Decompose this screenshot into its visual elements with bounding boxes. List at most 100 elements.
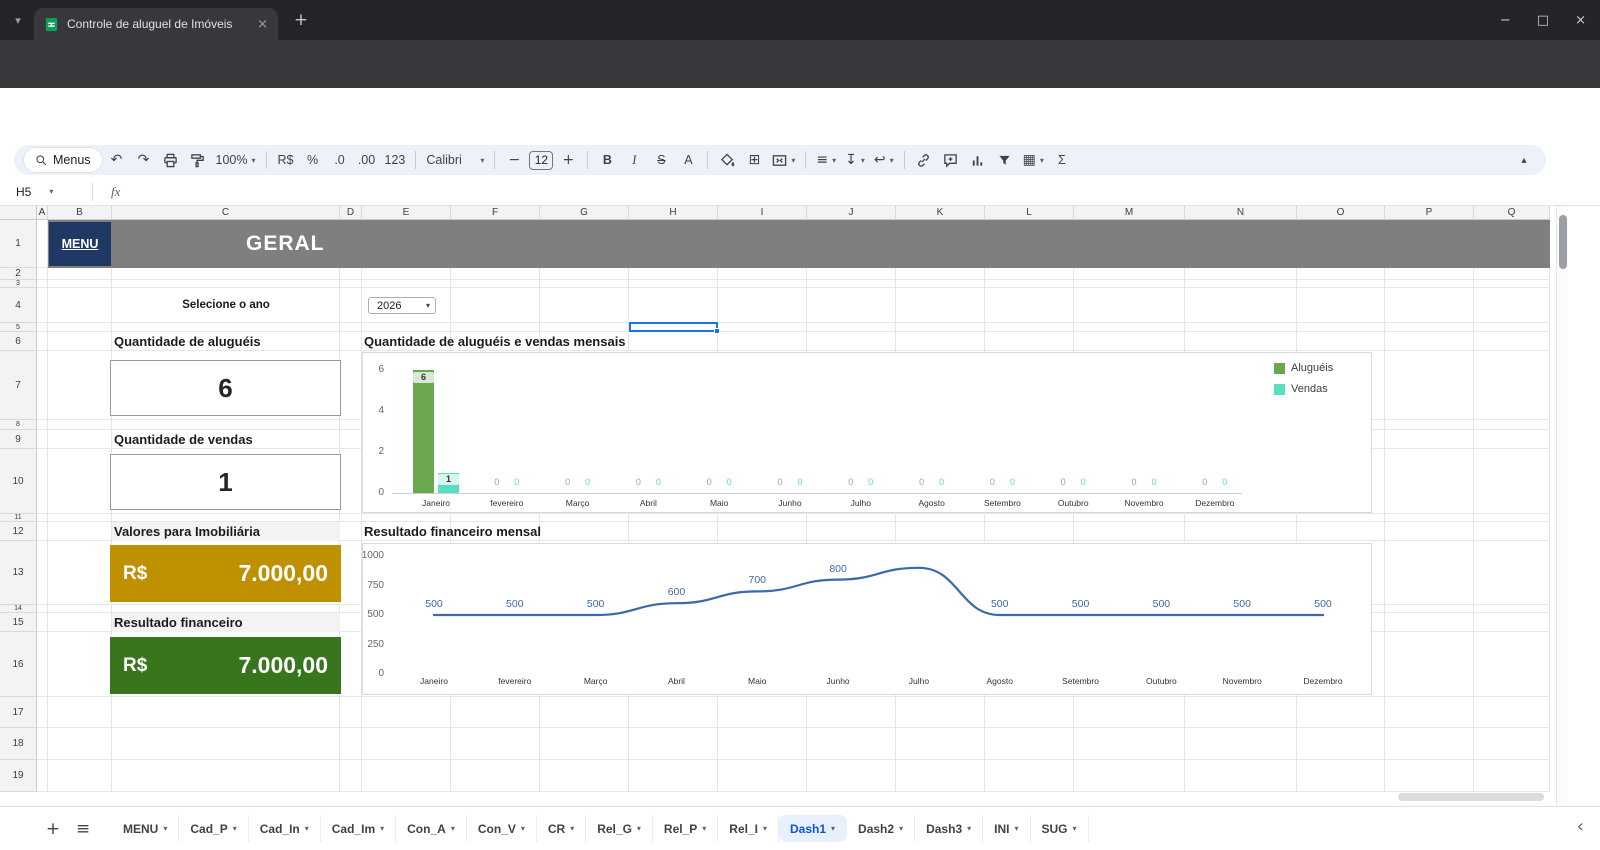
sheet-tab-ini[interactable]: INI ▾ [983, 815, 1031, 842]
text-wrap-button[interactable]: ↩ ▾ [871, 148, 897, 172]
col-header-F[interactable]: F [451, 206, 540, 220]
sheet-tab-cad_in[interactable]: Cad_In ▾ [249, 815, 321, 842]
text-color-button[interactable]: A [676, 148, 700, 172]
tab-scroll-left-icon[interactable]: ‹ [1577, 816, 1584, 837]
create-filter-button[interactable] [993, 148, 1017, 172]
borders-button[interactable]: ⊞ [742, 148, 766, 172]
menu-link-cell[interactable]: MENU [49, 222, 111, 266]
horizontal-scrollbar-thumb[interactable] [1398, 793, 1544, 801]
format-percent-button[interactable]: % [301, 148, 325, 172]
more-formats-button[interactable]: 123 [382, 148, 409, 172]
row-header-1[interactable]: 1 [0, 220, 37, 268]
decrease-font-size-button[interactable]: − [502, 148, 526, 172]
sheet-tab-rel_i[interactable]: Rel_I ▾ [718, 815, 779, 842]
row-header-6[interactable]: 6 [0, 332, 37, 351]
row-header-16[interactable]: 16 [0, 632, 37, 697]
row-header-8[interactable]: 8 [0, 420, 37, 430]
increase-font-size-button[interactable]: + [556, 148, 580, 172]
row-header-13[interactable]: 13 [0, 541, 37, 605]
row-header-17[interactable]: 17 [0, 697, 37, 728]
paint-format-button[interactable] [186, 148, 210, 172]
row-header-15[interactable]: 15 [0, 613, 37, 632]
sheet-tab-cr[interactable]: CR ▾ [537, 815, 587, 842]
window-close-button[interactable]: × [1575, 13, 1586, 28]
namebox-dropdown-icon[interactable]: ▾ [49, 187, 53, 196]
col-header-E[interactable]: E [362, 206, 451, 220]
sheet-tab-dropdown-icon[interactable]: ▾ [380, 824, 384, 833]
col-header-C[interactable]: C [112, 206, 340, 220]
sheet-tab-dropdown-icon[interactable]: ▾ [967, 824, 971, 833]
sheet-tab-dash3[interactable]: Dash3 ▾ [915, 815, 984, 842]
col-header-B[interactable]: B [48, 206, 112, 220]
sheet-tab-dropdown-icon[interactable]: ▾ [451, 824, 455, 833]
fill-handle[interactable] [714, 328, 720, 334]
collapse-toolbar-button[interactable]: ▴ [1512, 148, 1536, 172]
sheet-tab-sug[interactable]: SUG ▾ [1031, 815, 1089, 842]
format-currency-button[interactable]: R$ [274, 148, 298, 172]
row-header-7[interactable]: 7 [0, 351, 37, 420]
merge-cells-button[interactable]: ▾ [769, 148, 798, 172]
col-header-J[interactable]: J [807, 206, 896, 220]
menus-button[interactable]: Menus [24, 148, 102, 172]
horizontal-align-button[interactable]: ≡ ▾ [813, 148, 839, 172]
col-header-I[interactable]: I [718, 206, 807, 220]
browser-tab[interactable]: Controle de aluguel de Imóveis × [34, 8, 278, 40]
sheet-tab-dropdown-icon[interactable]: ▾ [163, 824, 167, 833]
add-sheet-button[interactable]: + [38, 819, 68, 839]
sheet-tab-con_v[interactable]: Con_V ▾ [467, 815, 537, 842]
name-box[interactable]: H5 ▾ [0, 185, 86, 199]
functions-button[interactable]: Σ [1050, 148, 1074, 172]
selected-cell-h5[interactable] [629, 322, 720, 334]
fill-color-button[interactable] [715, 148, 739, 172]
row-header-11[interactable]: 11 [0, 514, 37, 522]
sheet-tab-dropdown-icon[interactable]: ▾ [570, 824, 574, 833]
redo-button[interactable]: ↷ [132, 148, 156, 172]
spreadsheet-grid[interactable]: A B C D E F G H I J K L M N O P Q 1 2 3 4 5 6 7 8 9 10 11 12 13 14 15 16… [0, 206, 1556, 806]
year-dropdown[interactable]: 2026 ▾ [368, 297, 436, 314]
sheet-tab-dropdown-icon[interactable]: ▾ [763, 824, 767, 833]
row-header-9[interactable]: 9 [0, 430, 37, 449]
table-views-button[interactable]: ▦ ▾ [1020, 148, 1047, 172]
row-header-3[interactable]: 3 [0, 280, 37, 288]
insert-comment-button[interactable] [939, 148, 963, 172]
row-header-5[interactable]: 5 [0, 323, 37, 332]
sheet-tab-dropdown-icon[interactable]: ▾ [521, 824, 525, 833]
sheet-tab-dash2[interactable]: Dash2 ▾ [847, 815, 916, 842]
col-header-N[interactable]: N [1185, 206, 1297, 220]
vertical-scrollbar-thumb[interactable] [1559, 215, 1567, 269]
undo-button[interactable]: ↶ [105, 148, 129, 172]
sheet-tab-cad_p[interactable]: Cad_P ▾ [179, 815, 249, 842]
decrease-decimal-button[interactable]: .0 [328, 148, 352, 172]
row-header-12[interactable]: 12 [0, 522, 37, 541]
menu-link-label[interactable]: MENU [62, 237, 99, 251]
vertical-align-button[interactable]: ↧ ▾ [842, 148, 868, 172]
col-header-M[interactable]: M [1074, 206, 1185, 220]
sheet-tab-menu[interactable]: MENU ▾ [112, 815, 180, 842]
sheet-tab-dropdown-icon[interactable]: ▾ [702, 824, 706, 833]
zoom-select[interactable]: 100% ▾ [213, 148, 259, 172]
new-tab-button[interactable]: + [290, 9, 312, 31]
col-header-G[interactable]: G [540, 206, 629, 220]
col-header-A[interactable]: A [37, 206, 48, 220]
increase-decimal-button[interactable]: .00 [355, 148, 379, 172]
bold-button[interactable]: B [595, 148, 619, 172]
sheet-tab-con_a[interactable]: Con_A ▾ [396, 815, 467, 842]
insert-link-button[interactable] [912, 148, 936, 172]
col-header-L[interactable]: L [985, 206, 1074, 220]
window-minimize-button[interactable]: − [1500, 13, 1511, 28]
sheet-tab-dropdown-icon[interactable]: ▾ [831, 824, 835, 833]
sheet-tab-rel_p[interactable]: Rel_P ▾ [653, 815, 719, 842]
print-button[interactable] [159, 148, 183, 172]
row-header-2[interactable]: 2 [0, 268, 37, 280]
col-header-D[interactable]: D [340, 206, 362, 220]
italic-button[interactable]: I [622, 148, 646, 172]
col-header-Q[interactable]: Q [1474, 206, 1550, 220]
row-header-14[interactable]: 14 [0, 605, 37, 613]
row-header-18[interactable]: 18 [0, 728, 37, 760]
sheet-tab-rel_g[interactable]: Rel_G ▾ [586, 815, 653, 842]
sheet-tab-dropdown-icon[interactable]: ▾ [1014, 824, 1018, 833]
col-header-O[interactable]: O [1297, 206, 1385, 220]
strikethrough-button[interactable]: S [649, 148, 673, 172]
col-header-H[interactable]: H [629, 206, 718, 220]
all-sheets-button[interactable]: ≡ [68, 819, 98, 839]
